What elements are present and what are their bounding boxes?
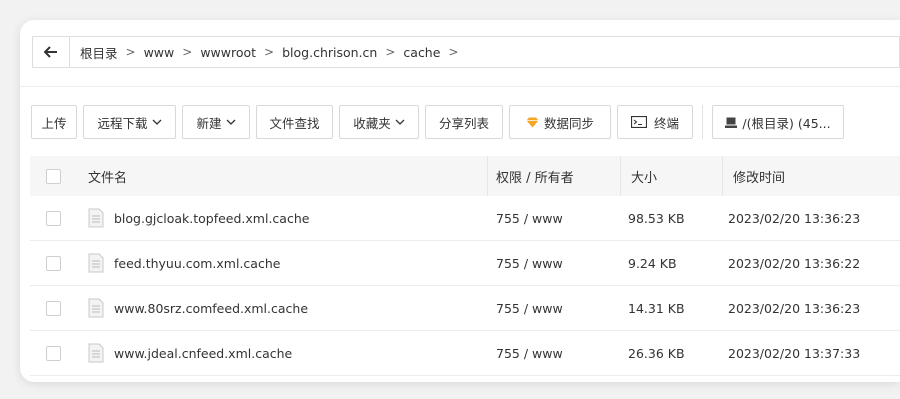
file-perm[interactable]: 755 / www — [487, 256, 620, 271]
select-all-cell — [30, 168, 76, 184]
crumb-root[interactable]: 根目录 — [80, 43, 118, 62]
toolbar-divider — [702, 105, 703, 139]
disk-label: /(根目录) (45... — [742, 115, 831, 131]
file-icon — [88, 208, 104, 228]
disk-button[interactable]: /(根目录) (45... — [712, 105, 844, 139]
share-list-label: 分享列表 — [438, 115, 489, 131]
row-checkbox[interactable] — [45, 255, 61, 271]
breadcrumb: 根目录 > www > wwwroot > blog.chrison.cn > … — [70, 43, 467, 62]
remote-download-label: 远程下载 — [97, 115, 148, 131]
file-name[interactable]: www.jdeal.cnfeed.xml.cache — [114, 346, 292, 361]
upload-button[interactable]: 上传 — [31, 105, 77, 139]
file-search-button[interactable]: 文件查找 — [256, 105, 333, 139]
remote-download-button[interactable]: 远程下载 — [83, 105, 176, 139]
file-icon — [88, 343, 104, 363]
share-list-button[interactable]: 分享列表 — [425, 105, 503, 139]
data-sync-label: 数据同步 — [543, 115, 594, 131]
file-perm[interactable]: 755 / www — [487, 301, 620, 316]
file-name[interactable]: blog.gjcloak.topfeed.xml.cache — [114, 211, 309, 226]
row-check-cell — [30, 300, 76, 316]
file-icon — [88, 253, 104, 273]
file-name[interactable]: feed.thyuu.com.xml.cache — [114, 256, 280, 271]
crumb-separator: > — [385, 45, 396, 59]
chevron-down-icon — [226, 119, 236, 125]
header-name-label: 文件名 — [88, 170, 128, 186]
crumb-separator: > — [125, 45, 136, 59]
chevron-down-icon — [395, 119, 405, 125]
new-button[interactable]: 新建 — [182, 105, 250, 139]
table-header: 文件名 权限 / 所有者 大小 修改时间 — [30, 156, 900, 196]
table-row[interactable]: blog.gjcloak.topfeed.xml.cache 755 / www… — [30, 196, 900, 241]
file-time: 2023/02/20 13:36:23 — [728, 300, 861, 316]
row-check-cell — [30, 255, 76, 271]
row-name-cell: www.80srz.comfeed.xml.cache — [76, 298, 487, 318]
header-perm-label: 权限 / 所有者 — [496, 170, 574, 186]
path-bar: 根目录 > www > wwwroot > blog.chrison.cn > … — [32, 36, 900, 68]
file-search-label: 文件查找 — [269, 115, 320, 131]
file-size: 26.36 KB — [628, 345, 685, 361]
favorites-label: 收藏夹 — [353, 115, 391, 131]
row-check-cell — [30, 210, 76, 226]
table-row[interactable]: feed.thyuu.com.xml.cache 755 / www 9.24 … — [30, 241, 900, 286]
crumb-separator: > — [448, 45, 459, 59]
header-size[interactable]: 大小 — [620, 156, 722, 196]
crumb-separator: > — [264, 45, 275, 59]
row-name-cell: blog.gjcloak.topfeed.xml.cache — [76, 208, 487, 228]
header-name[interactable]: 文件名 — [76, 167, 487, 186]
row-checkbox[interactable] — [45, 345, 61, 361]
disk-icon — [725, 117, 738, 128]
row-name-cell: feed.thyuu.com.xml.cache — [76, 253, 487, 273]
file-size: 14.31 KB — [628, 300, 685, 316]
row-name-cell: www.jdeal.cnfeed.xml.cache — [76, 343, 487, 363]
table-row[interactable]: www.80srz.comfeed.xml.cache 755 / www 14… — [30, 286, 900, 331]
header-time-label: 修改时间 — [733, 170, 786, 186]
file-name[interactable]: www.80srz.comfeed.xml.cache — [114, 301, 308, 316]
table-row[interactable]: www.jdeal.cnfeed.xml.cache 755 / www 26.… — [30, 331, 900, 376]
chevron-down-icon — [152, 119, 162, 125]
divider — [20, 86, 900, 87]
row-check-cell — [30, 345, 76, 361]
file-time: 2023/02/20 13:36:22 — [728, 255, 861, 271]
header-size-label: 大小 — [631, 170, 658, 186]
crumb-wwwroot[interactable]: wwwroot — [200, 45, 256, 60]
terminal-icon — [630, 116, 647, 128]
select-all-checkbox[interactable] — [45, 168, 61, 184]
new-label: 新建 — [196, 115, 222, 131]
crumb-cache[interactable]: cache — [403, 45, 440, 60]
header-time[interactable]: 修改时间 — [722, 156, 900, 196]
back-button[interactable] — [33, 37, 70, 67]
row-checkbox[interactable] — [45, 210, 61, 226]
back-arrow-icon — [44, 46, 57, 58]
data-sync-button[interactable]: 数据同步 — [509, 105, 611, 139]
terminal-label: 终端 — [653, 115, 679, 131]
file-time: 2023/02/20 13:37:33 — [728, 345, 861, 361]
file-time: 2023/02/20 13:36:23 — [728, 210, 861, 226]
file-icon — [88, 298, 104, 318]
favorites-button[interactable]: 收藏夹 — [339, 105, 419, 139]
terminal-button[interactable]: 终端 — [617, 105, 693, 139]
file-manager-panel: 根目录 > www > wwwroot > blog.chrison.cn > … — [20, 20, 900, 382]
crumb-www[interactable]: www — [144, 45, 175, 60]
file-size: 98.53 KB — [628, 210, 685, 226]
file-perm[interactable]: 755 / www — [487, 346, 620, 361]
diamond-icon — [526, 117, 539, 128]
crumb-site[interactable]: blog.chrison.cn — [282, 45, 377, 60]
row-checkbox[interactable] — [45, 300, 61, 316]
upload-label: 上传 — [41, 115, 67, 131]
header-perm[interactable]: 权限 / 所有者 — [487, 156, 620, 196]
file-perm[interactable]: 755 / www — [487, 211, 620, 226]
toolbar: 上传 远程下载 新建 文件查找 收藏夹 分享列表 数据同步 终端 /(根目录) … — [31, 104, 850, 140]
file-size: 9.24 KB — [628, 255, 677, 271]
crumb-separator: > — [182, 45, 193, 59]
